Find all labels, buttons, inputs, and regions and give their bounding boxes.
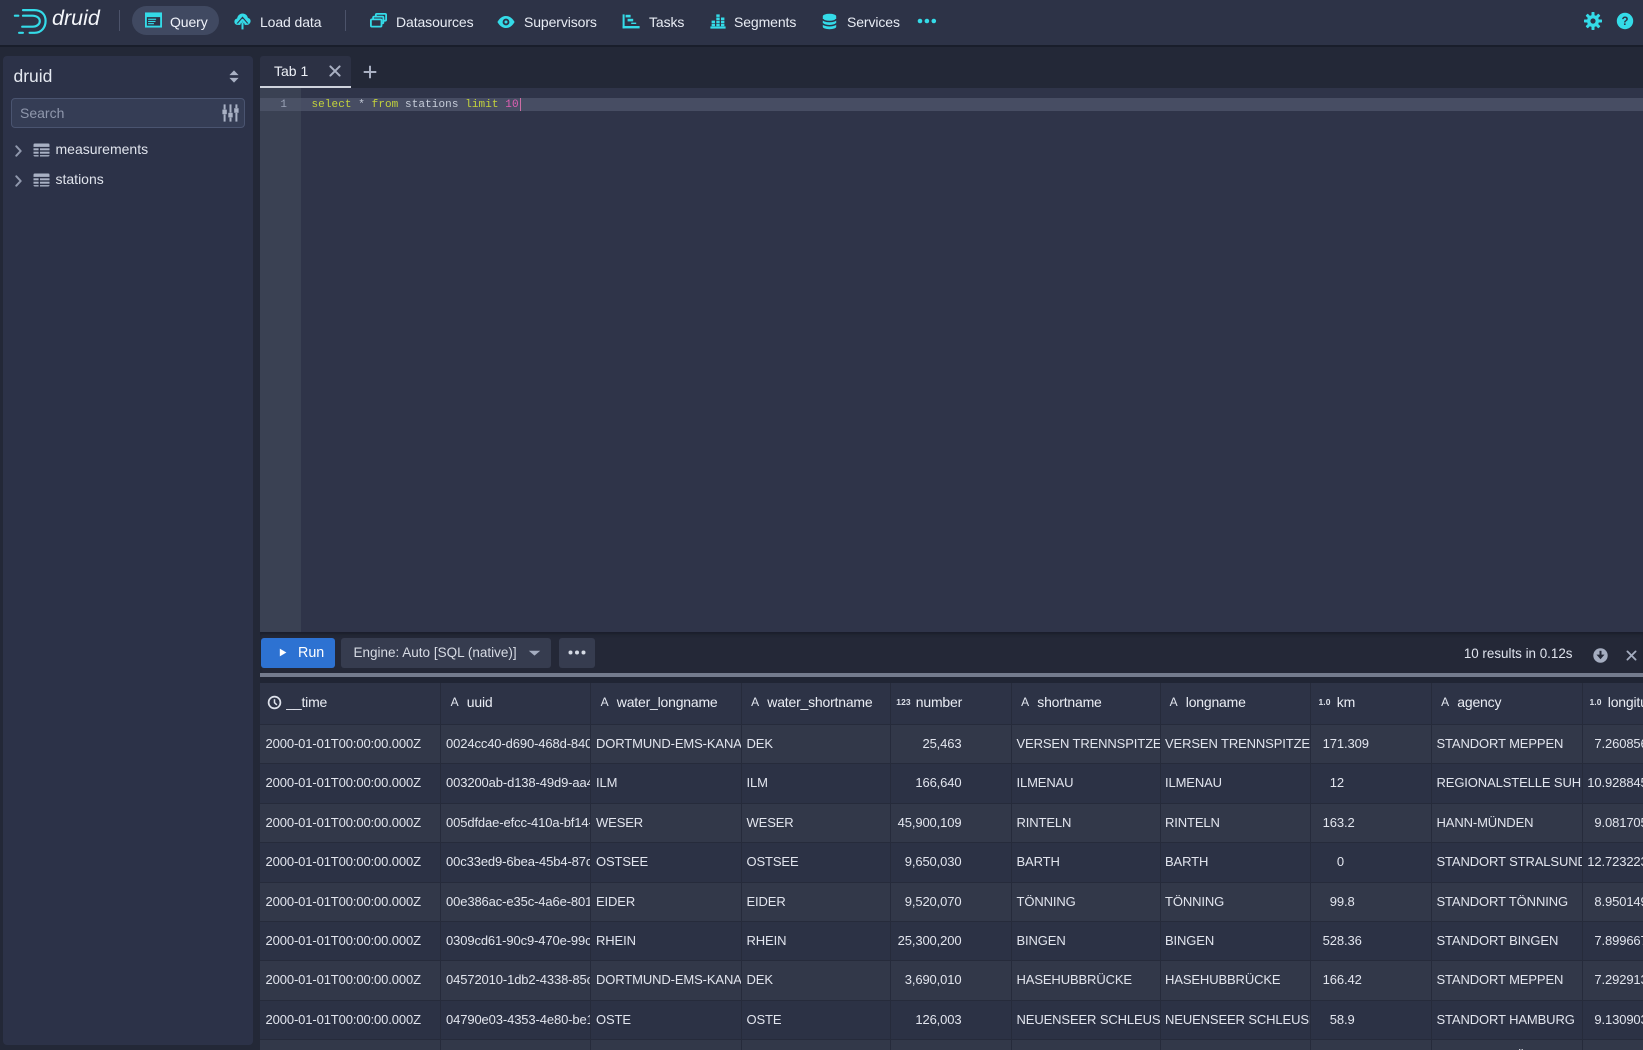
svg-text:?: ? bbox=[1621, 16, 1628, 28]
